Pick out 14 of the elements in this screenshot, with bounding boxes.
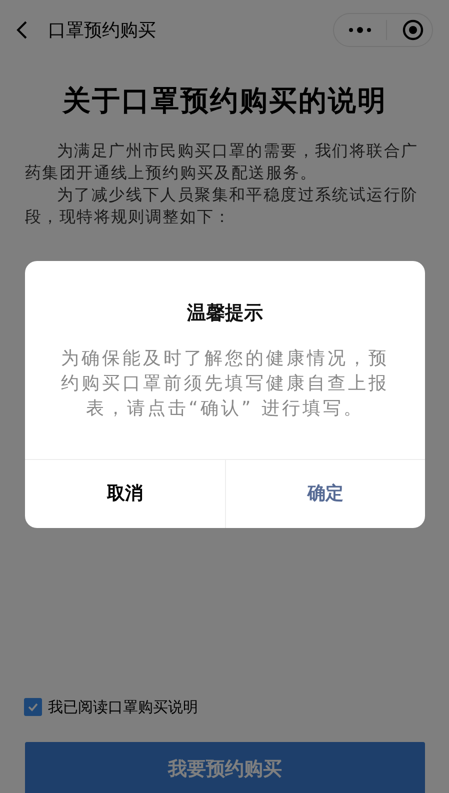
page-heading: 关于口罩预约购买的说明: [61, 83, 388, 119]
dialog-message: 为确保能及时了解您的健康情况，预约购买口罩前须先填写健康自查上报表，请点击“确认” 进行填写。: [60, 346, 390, 420]
close-icon[interactable]: [402, 19, 424, 41]
check-icon: [27, 702, 39, 712]
agreement-label: 我已阅读口罩购买说明: [48, 697, 198, 718]
dialog-title: 温馨提示: [186, 301, 264, 326]
confirm-button[interactable]: 确定: [224, 460, 425, 528]
intro-paragraph: 为了减少线下人员聚集和平稳度过系统试运行阶段，现特将规则调整如下：: [25, 184, 420, 228]
more-icon[interactable]: [348, 26, 372, 34]
agreement-checkbox[interactable]: [24, 698, 42, 716]
cancel-button[interactable]: 取消: [25, 460, 224, 528]
page-title: 口罩预约购买: [48, 18, 156, 42]
back-icon[interactable]: [16, 20, 28, 40]
intro-paragraph: 为满足广州市民购买口罩的需要，我们将联合广药集团开通线上预约购买及配送服务。: [25, 140, 420, 184]
